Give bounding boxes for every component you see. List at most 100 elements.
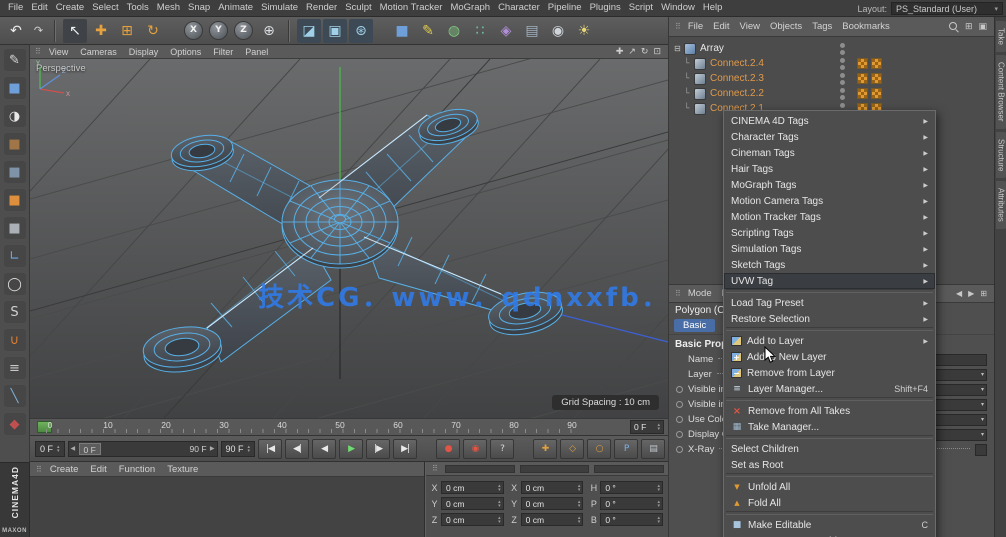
selection-tag-icon[interactable] [857, 73, 868, 84]
menu-item[interactable]: Animate [214, 0, 257, 16]
position-field[interactable]: 0 cm [441, 513, 504, 526]
context-menu-item[interactable]: CINEMA 4D Tags ▶ [724, 113, 935, 129]
mouse-tool-button[interactable]: ◯ [3, 273, 26, 295]
spinner-icon[interactable] [248, 445, 251, 453]
undo-button[interactable]: ↶ [4, 19, 28, 43]
steel-cube-button[interactable]: ■ [3, 161, 26, 183]
cube-primitive-button[interactable]: ■ [3, 77, 26, 99]
search-icon[interactable] [948, 21, 959, 32]
viewport-canvas[interactable]: Perspective 技术CG．www．qdnxxfb．cn Grid Spa… [30, 59, 668, 418]
spinner-icon[interactable] [498, 516, 501, 524]
viewport-menu-item[interactable]: View [43, 47, 74, 57]
context-menu-item[interactable]: Hair Tags ▶ [724, 161, 935, 177]
object-manager-menu-item[interactable]: Tags [807, 21, 837, 32]
menu-item[interactable]: Select [88, 0, 122, 16]
object-manager-menu-item[interactable]: View [735, 21, 765, 32]
object-icon[interactable] [694, 57, 706, 70]
record-keyframe-button[interactable]: ● [436, 438, 461, 459]
light-button[interactable]: ☀ [572, 19, 596, 43]
sculpt-tool-button[interactable]: S [3, 301, 26, 323]
context-menu-item[interactable]: Simulation Tags ▶ [724, 241, 935, 257]
spinner-icon[interactable] [578, 500, 581, 508]
size-field[interactable]: 0 cm [520, 497, 584, 510]
panel-grip-icon[interactable]: ⠿ [36, 465, 42, 474]
context-menu-item[interactable]: MoGraph Tags ▶ [724, 177, 935, 193]
spinner-icon[interactable] [498, 484, 501, 492]
menu-item[interactable]: Render [302, 0, 341, 16]
context-menu-item[interactable]: Sketch Tags ▶ [724, 257, 935, 273]
keyframe-scale-button[interactable]: ◇ [560, 438, 585, 459]
animation-dot-icon[interactable] [676, 431, 683, 438]
object-manager-menu-item[interactable]: Bookmarks [837, 21, 895, 32]
prev-key-button[interactable]: ◀| [285, 438, 310, 459]
object-icon[interactable] [694, 72, 706, 85]
menu-item[interactable]: Tools [123, 0, 153, 16]
visibility-dots[interactable] [840, 87, 845, 100]
visibility-dots[interactable] [840, 72, 845, 85]
play-button[interactable]: ▶ [339, 438, 364, 459]
context-menu-item[interactable]: × Remove from All Takes ▶ [724, 403, 935, 419]
selection-tag-icon[interactable] [871, 73, 882, 84]
history-back-icon[interactable]: ◀ [956, 289, 962, 298]
spinner-icon[interactable] [498, 500, 501, 508]
menu-item[interactable]: Plugins [586, 0, 625, 16]
lock-y-axis-button[interactable]: Y [209, 21, 228, 40]
rotation-column-header[interactable] [594, 464, 665, 473]
rotate-tool-button[interactable]: ↻ [141, 19, 165, 43]
context-menu-item[interactable]: Cineman Tags ▶ [724, 145, 935, 161]
animation-dot-icon[interactable] [676, 386, 683, 393]
object-icon[interactable] [694, 87, 706, 100]
spinner-icon[interactable] [658, 516, 661, 524]
floor-button[interactable]: ▤ [520, 19, 544, 43]
autokeying-button[interactable]: ◉ [463, 438, 488, 459]
menu-item[interactable]: Help [699, 0, 727, 16]
current-frame-input[interactable]: 0 F [35, 440, 65, 457]
mograph-cloner-button[interactable]: ∷ [468, 19, 492, 43]
spinner-icon[interactable] [578, 484, 581, 492]
menu-item[interactable]: Character [494, 0, 544, 16]
position-column-header[interactable] [444, 464, 515, 473]
primitive-cube-button[interactable]: ■ [390, 19, 414, 43]
axis-tool-button[interactable]: ◆ [3, 413, 26, 435]
menu-item[interactable]: MoGraph [446, 0, 494, 16]
context-menu-item[interactable]: Scripting Tags ▶ [724, 225, 935, 241]
context-menu-item[interactable]: ▦ Take Manager... ▶ [724, 419, 935, 439]
panel-grip-icon[interactable]: ⠿ [675, 22, 681, 31]
timeline-frame-field[interactable]: 0 F [630, 420, 664, 434]
animation-dot-icon[interactable] [676, 416, 683, 423]
prev-frame-button[interactable]: ◀ [312, 438, 337, 459]
zoom-view-icon[interactable]: ↗ [628, 47, 636, 57]
move-tool-button[interactable]: ✚ [89, 19, 113, 43]
keyframe-pla-button[interactable]: ▤ [641, 438, 666, 459]
attribute-control[interactable]: ▾ [975, 443, 987, 456]
context-menu-item[interactable]: UVW Tag ▶ [724, 273, 935, 293]
menu-item[interactable]: Simulate [257, 0, 302, 16]
pen-tool-button[interactable]: ✎ [3, 49, 26, 71]
viewport-menu-item[interactable]: Options [164, 47, 207, 57]
toggle-view-icon[interactable]: ⊡ [653, 47, 661, 57]
context-menu-item[interactable]: Motion Camera Tags ▶ [724, 193, 935, 209]
context-menu-item[interactable]: ⊞ Current State to Object ▶ [724, 533, 935, 537]
context-menu-item[interactable]: ▼ Unfold All ▶ [724, 479, 935, 495]
object-label[interactable]: Connect.2.3 [710, 73, 764, 84]
spinner-icon[interactable] [658, 484, 661, 492]
size-column-header[interactable] [519, 464, 590, 473]
object-manager-menu-item[interactable]: File [683, 21, 708, 32]
animation-dot-icon[interactable] [676, 401, 683, 408]
context-menu-item[interactable]: + Add to New Layer ▶ [724, 349, 935, 365]
goto-end-button[interactable]: ▶| [393, 438, 418, 459]
deformer-button[interactable]: ◈ [494, 19, 518, 43]
keyframe-rotation-button[interactable]: ○ [587, 438, 612, 459]
context-menu-item[interactable]: Restore Selection ▶ [724, 311, 935, 331]
selection-tag-icon[interactable] [871, 88, 882, 99]
material-menu-item[interactable]: Create [44, 464, 85, 475]
lock-z-axis-button[interactable]: Z [234, 21, 253, 40]
context-menu-item[interactable]: ■ Make Editable C ▶ [724, 517, 935, 533]
gray-cube-button[interactable]: ■ [3, 217, 26, 239]
dock-tab[interactable]: Structure [996, 131, 1006, 178]
ruler-tool-button[interactable]: ∟ [3, 245, 26, 267]
context-menu-item[interactable]: − Remove from Layer ▶ [724, 365, 935, 381]
context-menu-item[interactable]: Select Children ▶ [724, 441, 935, 457]
render-view-button[interactable]: ◪ [297, 18, 321, 43]
visibility-dots[interactable] [840, 42, 845, 55]
